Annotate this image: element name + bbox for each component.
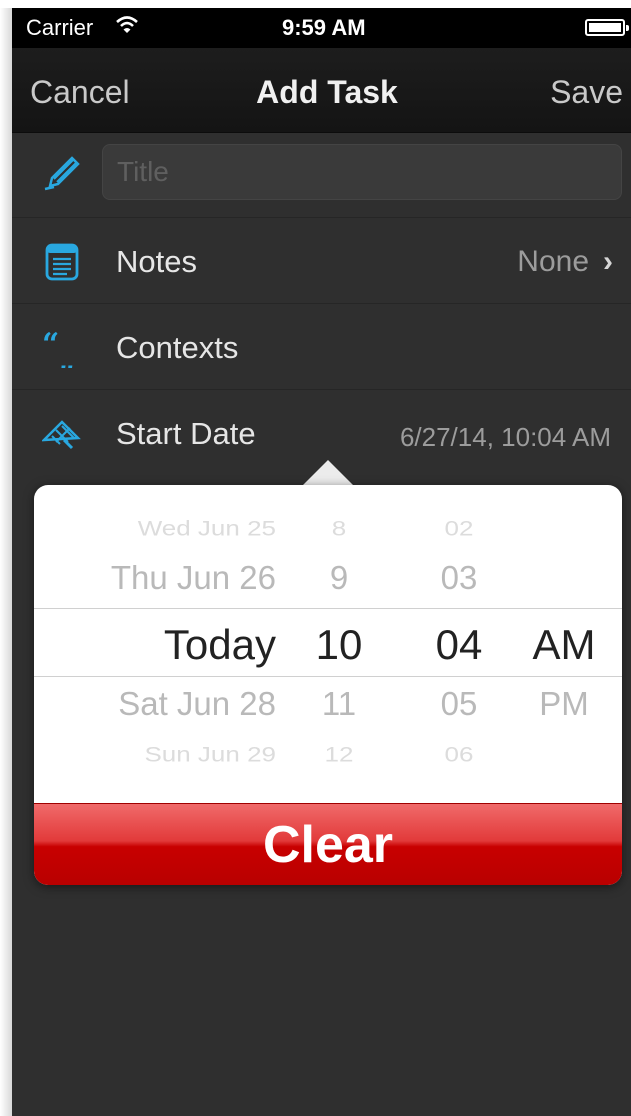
date-option[interactable]: Wed Jun 25 (34, 516, 276, 541)
start-date-value: 6/27/14, 10:04 AM (399, 422, 611, 452)
hour-option-selected[interactable]: 10 (304, 621, 374, 669)
minute-option[interactable]: 05 (424, 685, 494, 723)
date-picker-popover: Wed Jun 25 Thu Jun 26 Today Sat Jun 28 S… (34, 485, 622, 885)
save-button[interactable]: Save (550, 74, 623, 111)
navigation-bar: Cancel Add Task Save (12, 48, 631, 133)
start-date-icon (40, 414, 82, 454)
page-title: Add Task (256, 74, 398, 110)
notes-value: None (517, 245, 589, 278)
contexts-label: Contexts (116, 330, 239, 365)
date-option-selected[interactable]: Today (34, 621, 276, 669)
carrier-label: Carrier (26, 15, 94, 40)
hour-option[interactable]: 9 (304, 559, 374, 597)
hour-option[interactable]: 11 (304, 685, 374, 723)
minute-option-selected[interactable]: 04 (424, 621, 494, 669)
status-time: 9:59 AM (282, 15, 366, 40)
ampm-option[interactable]: PM (524, 685, 604, 723)
minute-option[interactable]: 03 (424, 559, 494, 597)
pencil-icon (42, 152, 82, 192)
status-bar: Carrier 9:59 AM (12, 8, 631, 48)
notes-label: Notes (116, 244, 197, 279)
title-row (12, 132, 631, 218)
popover-arrow (302, 460, 354, 486)
ampm-option-selected[interactable]: AM (524, 621, 604, 669)
chevron-right-icon: › (603, 245, 613, 278)
hour-wheel[interactable]: 8 9 10 11 12 (304, 485, 374, 800)
hour-option[interactable]: 12 (304, 742, 374, 767)
minute-wheel[interactable]: 02 03 04 05 06 (424, 485, 494, 800)
wifi-icon (115, 14, 139, 42)
date-option[interactable]: Sat Jun 28 (34, 685, 276, 723)
notes-row[interactable]: Notes None › (12, 218, 631, 304)
device-edge (0, 8, 12, 1116)
svg-text:„: „ (58, 343, 75, 368)
quote-icon: “ „ (42, 327, 82, 378)
clear-button[interactable]: Clear (34, 803, 622, 885)
app-screen: Carrier 9:59 AM Cancel Add Task Save Tit… (12, 8, 631, 1116)
minute-option[interactable]: 02 (424, 516, 494, 541)
start-date-label: Start Date (116, 416, 256, 451)
battery-icon (585, 19, 629, 36)
hour-option[interactable]: 8 (304, 516, 374, 541)
ampm-wheel[interactable]: AM PM (524, 485, 604, 800)
date-option[interactable]: Sun Jun 29 (34, 742, 276, 767)
date-time-picker[interactable]: Wed Jun 25 Thu Jun 26 Today Sat Jun 28 S… (34, 485, 622, 800)
title-field[interactable] (102, 144, 622, 200)
date-wheel[interactable]: Wed Jun 25 Thu Jun 26 Today Sat Jun 28 S… (34, 485, 276, 800)
svg-text:“: “ (42, 328, 59, 362)
contexts-row[interactable]: “ „ Contexts (12, 304, 631, 390)
notes-icon (42, 242, 82, 282)
date-option[interactable]: Thu Jun 26 (34, 559, 276, 597)
minute-option[interactable]: 06 (424, 742, 494, 767)
